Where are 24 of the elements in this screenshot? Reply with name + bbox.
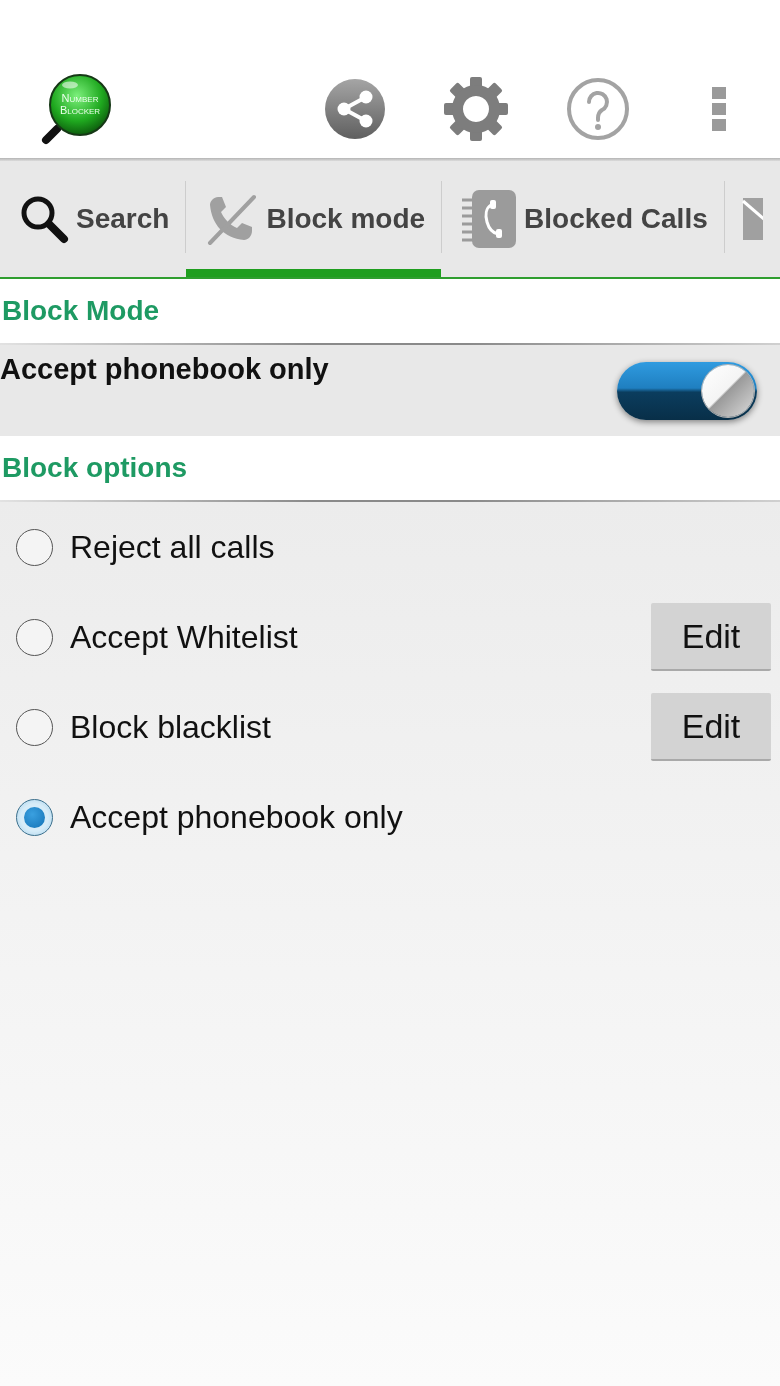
help-icon[interactable] <box>566 77 630 141</box>
section-header: Block Mode <box>2 295 160 327</box>
option-label[interactable]: Reject all calls <box>70 528 275 566</box>
radio-button[interactable] <box>16 798 53 836</box>
setting-label: Accept phonebook only <box>0 352 329 387</box>
phone-notebook-icon <box>460 188 519 250</box>
edit-button[interactable]: Edit <box>651 693 771 761</box>
logo-text: NUMBER BLOCKER <box>59 93 101 117</box>
tab[interactable]: Block mode <box>186 161 442 277</box>
share-icon[interactable] <box>324 78 386 140</box>
option-label[interactable]: Accept phonebook only <box>70 798 403 836</box>
settings-icon[interactable] <box>443 76 509 142</box>
radio-button[interactable] <box>16 618 53 656</box>
option-label[interactable]: Accept Whitelist <box>70 618 298 656</box>
magnifier-logo-icon <box>40 72 114 146</box>
overflow-menu-icon[interactable] <box>712 87 726 131</box>
section-header: Block options <box>2 452 188 484</box>
radio-button[interactable] <box>16 528 53 566</box>
radio-button[interactable] <box>16 708 53 746</box>
tab[interactable]: Search <box>0 161 186 277</box>
tab[interactable]: Blocked Calls <box>442 161 724 277</box>
toggle-switch[interactable] <box>617 362 757 420</box>
option-label[interactable]: Block blacklist <box>70 708 271 746</box>
edit-button[interactable]: Edit <box>651 603 771 671</box>
